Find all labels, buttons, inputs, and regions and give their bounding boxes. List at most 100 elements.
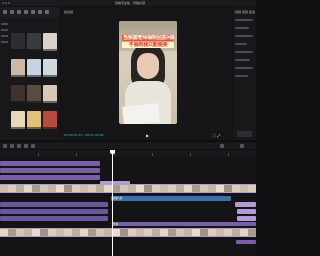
playhead[interactable] bbox=[110, 150, 115, 256]
media-thumbnail[interactable] bbox=[27, 33, 41, 51]
property-row[interactable] bbox=[235, 43, 247, 45]
paper-sheet bbox=[122, 103, 160, 124]
side-tab-library[interactable] bbox=[1, 29, 8, 31]
caption-overlay[interactable]: 当我被老师抽到回答问题 不会的我只能装哭 bbox=[122, 35, 174, 48]
video-editor-window: 剪映专业版 - 草稿标题 播放器 当我被老师抽到回答问题 不会的我只能装哭 00… bbox=[0, 0, 256, 256]
thumbnail-caption-bar bbox=[43, 127, 57, 129]
redo-icon[interactable] bbox=[17, 144, 21, 148]
media-thumbnail[interactable] bbox=[27, 59, 41, 77]
person-face bbox=[137, 53, 159, 79]
video-frame-thumbnail bbox=[32, 185, 40, 192]
text-clip[interactable] bbox=[237, 209, 256, 214]
media-thumbnail[interactable] bbox=[11, 33, 25, 51]
audio-clip[interactable]: 视频片段 bbox=[111, 196, 231, 201]
media-thumbnail[interactable] bbox=[43, 33, 57, 51]
property-row[interactable] bbox=[235, 51, 253, 53]
media-thumbnail[interactable] bbox=[11, 111, 25, 129]
playhead-handle[interactable] bbox=[110, 150, 115, 154]
video-frame-thumbnail bbox=[32, 229, 40, 236]
audio-clip[interactable] bbox=[236, 240, 256, 244]
video-frame-thumbnail bbox=[120, 229, 128, 236]
media-icon[interactable] bbox=[3, 10, 7, 14]
media-thumbnail[interactable] bbox=[27, 85, 41, 103]
ruler-tick bbox=[228, 153, 229, 156]
video-frame-thumbnail bbox=[96, 229, 104, 236]
video-frame-thumbnail bbox=[104, 185, 112, 192]
property-row[interactable] bbox=[235, 19, 253, 21]
video-preview[interactable]: 当我被老师抽到回答问题 不会的我只能装哭 bbox=[119, 21, 177, 124]
transition-icon[interactable] bbox=[38, 10, 42, 14]
text-clip[interactable] bbox=[0, 168, 100, 173]
audio-icon[interactable] bbox=[10, 10, 14, 14]
property-row[interactable] bbox=[235, 27, 249, 29]
video-frame-thumbnail bbox=[184, 185, 192, 192]
video-track[interactable] bbox=[0, 184, 256, 193]
text-icon[interactable] bbox=[17, 10, 21, 14]
fullscreen-icon[interactable]: ⛶ ⤢ bbox=[213, 133, 220, 138]
text-clip[interactable] bbox=[235, 202, 256, 207]
zoom-in-icon[interactable] bbox=[240, 144, 244, 148]
select-tool-icon[interactable] bbox=[3, 144, 7, 148]
close-window-icon[interactable] bbox=[2, 2, 4, 4]
player-label: 播放器 bbox=[64, 10, 74, 14]
video-frame-thumbnail bbox=[176, 185, 184, 192]
text-clip[interactable]: 文本 bbox=[112, 222, 256, 226]
text-clip[interactable] bbox=[237, 216, 256, 221]
text-clip[interactable] bbox=[0, 175, 100, 180]
time-ruler[interactable] bbox=[0, 150, 256, 156]
property-row[interactable] bbox=[235, 67, 253, 69]
minimize-window-icon[interactable] bbox=[5, 2, 7, 4]
media-thumbnail[interactable] bbox=[11, 59, 25, 77]
side-tab-local[interactable] bbox=[1, 23, 8, 25]
video-frame-thumbnail bbox=[136, 185, 144, 192]
ruler-tick bbox=[38, 153, 39, 156]
filter-icon[interactable] bbox=[45, 10, 49, 14]
video-frame-thumbnail bbox=[232, 229, 240, 236]
video-frame-thumbnail bbox=[48, 185, 56, 192]
video-frame-thumbnail bbox=[224, 229, 232, 236]
text-clip[interactable] bbox=[0, 202, 108, 207]
clip-label: 视频片段 bbox=[112, 197, 123, 200]
undo-icon[interactable] bbox=[10, 144, 14, 148]
video-frame-thumbnail bbox=[216, 185, 224, 192]
media-thumbnail[interactable] bbox=[43, 111, 57, 129]
maximize-window-icon[interactable] bbox=[8, 2, 10, 4]
video-frame-thumbnail bbox=[8, 185, 16, 192]
zoom-out-icon[interactable] bbox=[220, 144, 224, 148]
sticker-icon[interactable] bbox=[24, 10, 28, 14]
property-row[interactable] bbox=[235, 35, 253, 37]
apply-button[interactable] bbox=[237, 131, 252, 137]
property-row[interactable] bbox=[235, 59, 250, 61]
split-icon[interactable] bbox=[24, 144, 28, 148]
video-frame-thumbnail bbox=[192, 229, 200, 236]
play-icon[interactable]: ▶ bbox=[146, 133, 149, 138]
video-frame-thumbnail bbox=[224, 185, 232, 192]
video-frame-thumbnail bbox=[112, 185, 120, 192]
video-frame-thumbnail bbox=[160, 229, 168, 236]
media-thumbnail[interactable] bbox=[43, 85, 57, 103]
video-frame-thumbnail bbox=[248, 229, 256, 236]
media-thumbnail[interactable] bbox=[27, 111, 41, 129]
side-tab-cloud[interactable] bbox=[1, 35, 8, 37]
media-toolbar bbox=[0, 7, 60, 17]
main-video-track[interactable] bbox=[0, 228, 256, 237]
text-clip[interactable] bbox=[0, 216, 108, 221]
thumbnail-caption-bar bbox=[27, 127, 41, 129]
side-tab-favorite[interactable] bbox=[1, 41, 8, 43]
video-frame-thumbnail bbox=[248, 185, 256, 192]
delete-icon[interactable] bbox=[31, 144, 35, 148]
media-thumbnail[interactable] bbox=[43, 59, 57, 77]
timeline-panel[interactable]: 视频片段 文本 bbox=[0, 150, 256, 256]
media-thumbnail[interactable] bbox=[11, 85, 25, 103]
video-frame-thumbnail bbox=[64, 185, 72, 192]
thumbnail-caption-bar bbox=[11, 127, 25, 129]
thumbnail-caption-bar bbox=[11, 75, 25, 77]
timeline-toolbar bbox=[0, 141, 256, 149]
text-clip[interactable] bbox=[0, 209, 108, 214]
video-frame-thumbnail bbox=[72, 185, 80, 192]
video-frame-thumbnail bbox=[8, 229, 16, 236]
property-row[interactable] bbox=[235, 75, 248, 77]
effects-icon[interactable] bbox=[31, 10, 35, 14]
text-clip[interactable] bbox=[0, 161, 100, 166]
video-frame-thumbnail bbox=[240, 229, 248, 236]
